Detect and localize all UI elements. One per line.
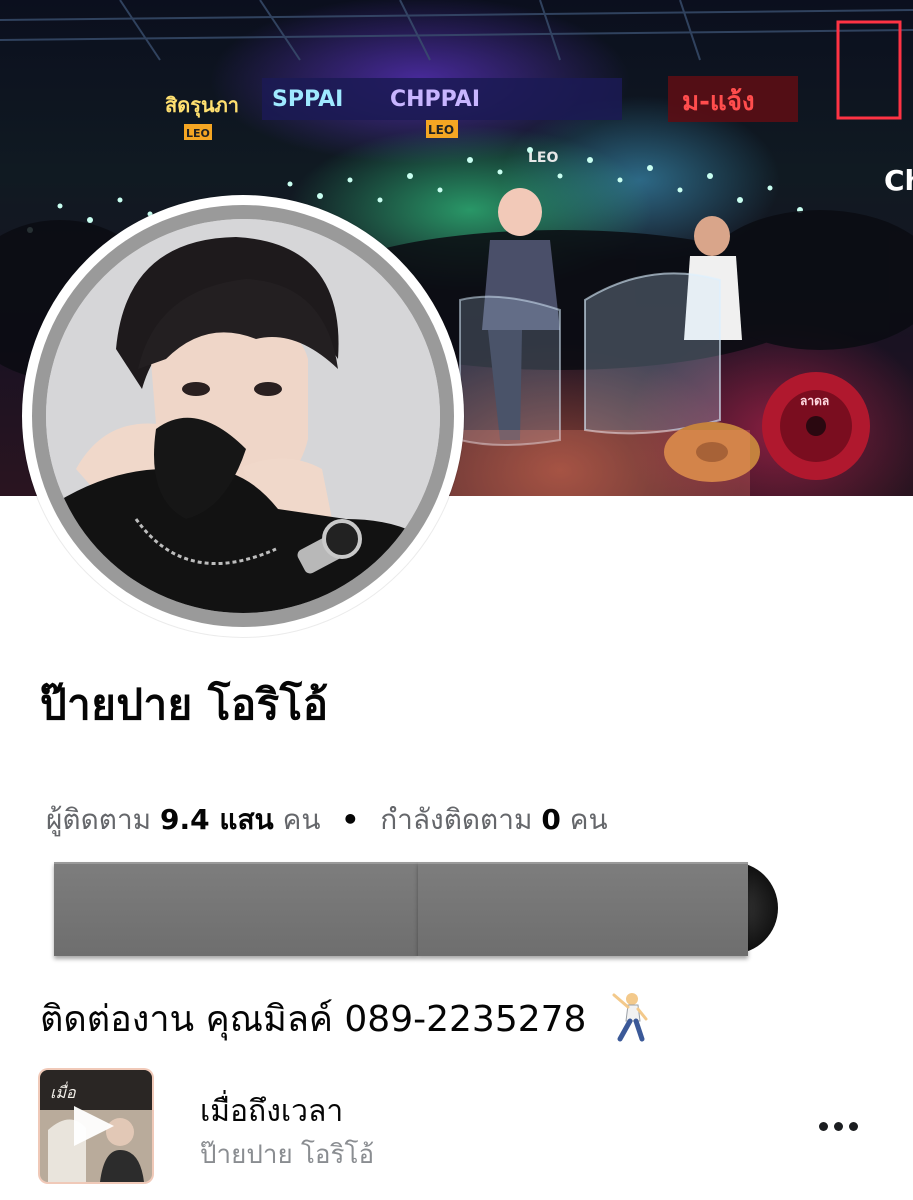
bio-contact: ติดต่องาน คุณมิลค์ 089-2235278 — [40, 990, 650, 1052]
svg-text:LEO: LEO — [528, 150, 558, 166]
svg-text:Ch: Ch — [884, 164, 913, 197]
followers-count[interactable]: 9.4 แสน — [160, 803, 274, 836]
following-label: กำลังติดตาม — [380, 803, 533, 836]
svg-text:LEO: LEO — [428, 123, 454, 137]
svg-text:CHPPAI: CHPPAI — [390, 87, 480, 112]
profile-name: ป๊ายปาย โอริโอ้ — [40, 680, 329, 729]
followers-label: ผู้ติดตาม — [46, 803, 152, 836]
song-title[interactable]: เมื่อถึงเวลา — [200, 1088, 343, 1135]
following-count[interactable]: 0 — [541, 803, 560, 836]
redaction-block-left — [54, 862, 418, 956]
following-unit: คน — [569, 803, 608, 836]
portrait-image — [46, 219, 440, 613]
song-artist[interactable]: ป๊ายปาย โอริโอ้ — [200, 1134, 374, 1175]
more-options-button[interactable] — [808, 1104, 868, 1148]
bio-contact-text: ติดต่องาน คุณมิลค์ 089-2235278 — [40, 999, 587, 1040]
svg-text:ลาดล: ลาดล — [800, 394, 829, 408]
avatar[interactable] — [46, 219, 440, 613]
svg-text:LEO: LEO — [186, 127, 210, 140]
followers-unit: คน — [282, 803, 321, 836]
song-cover-thumbnail[interactable]: เมื่อ — [40, 1070, 152, 1182]
redaction-block-right — [418, 862, 748, 956]
profile-page: SPPAI CHPPAI สิดรุนภา ม-แจ้ง LEO LEO LEO… — [0, 0, 913, 1200]
man-dancing-emoji-icon — [606, 991, 650, 1052]
svg-text:SPPAI: SPPAI — [272, 87, 343, 112]
svg-text:ม-แจ้ง: ม-แจ้ง — [682, 87, 755, 117]
follow-stats: ผู้ติดตาม 9.4 แสน คน • กำลังติดตาม 0 คน — [46, 798, 608, 842]
more-horizontal-icon — [818, 1121, 828, 1131]
play-icon[interactable] — [40, 1070, 152, 1182]
svg-text:สิดรุนภา: สิดรุนภา — [165, 93, 239, 118]
stats-separator: • — [341, 803, 360, 836]
